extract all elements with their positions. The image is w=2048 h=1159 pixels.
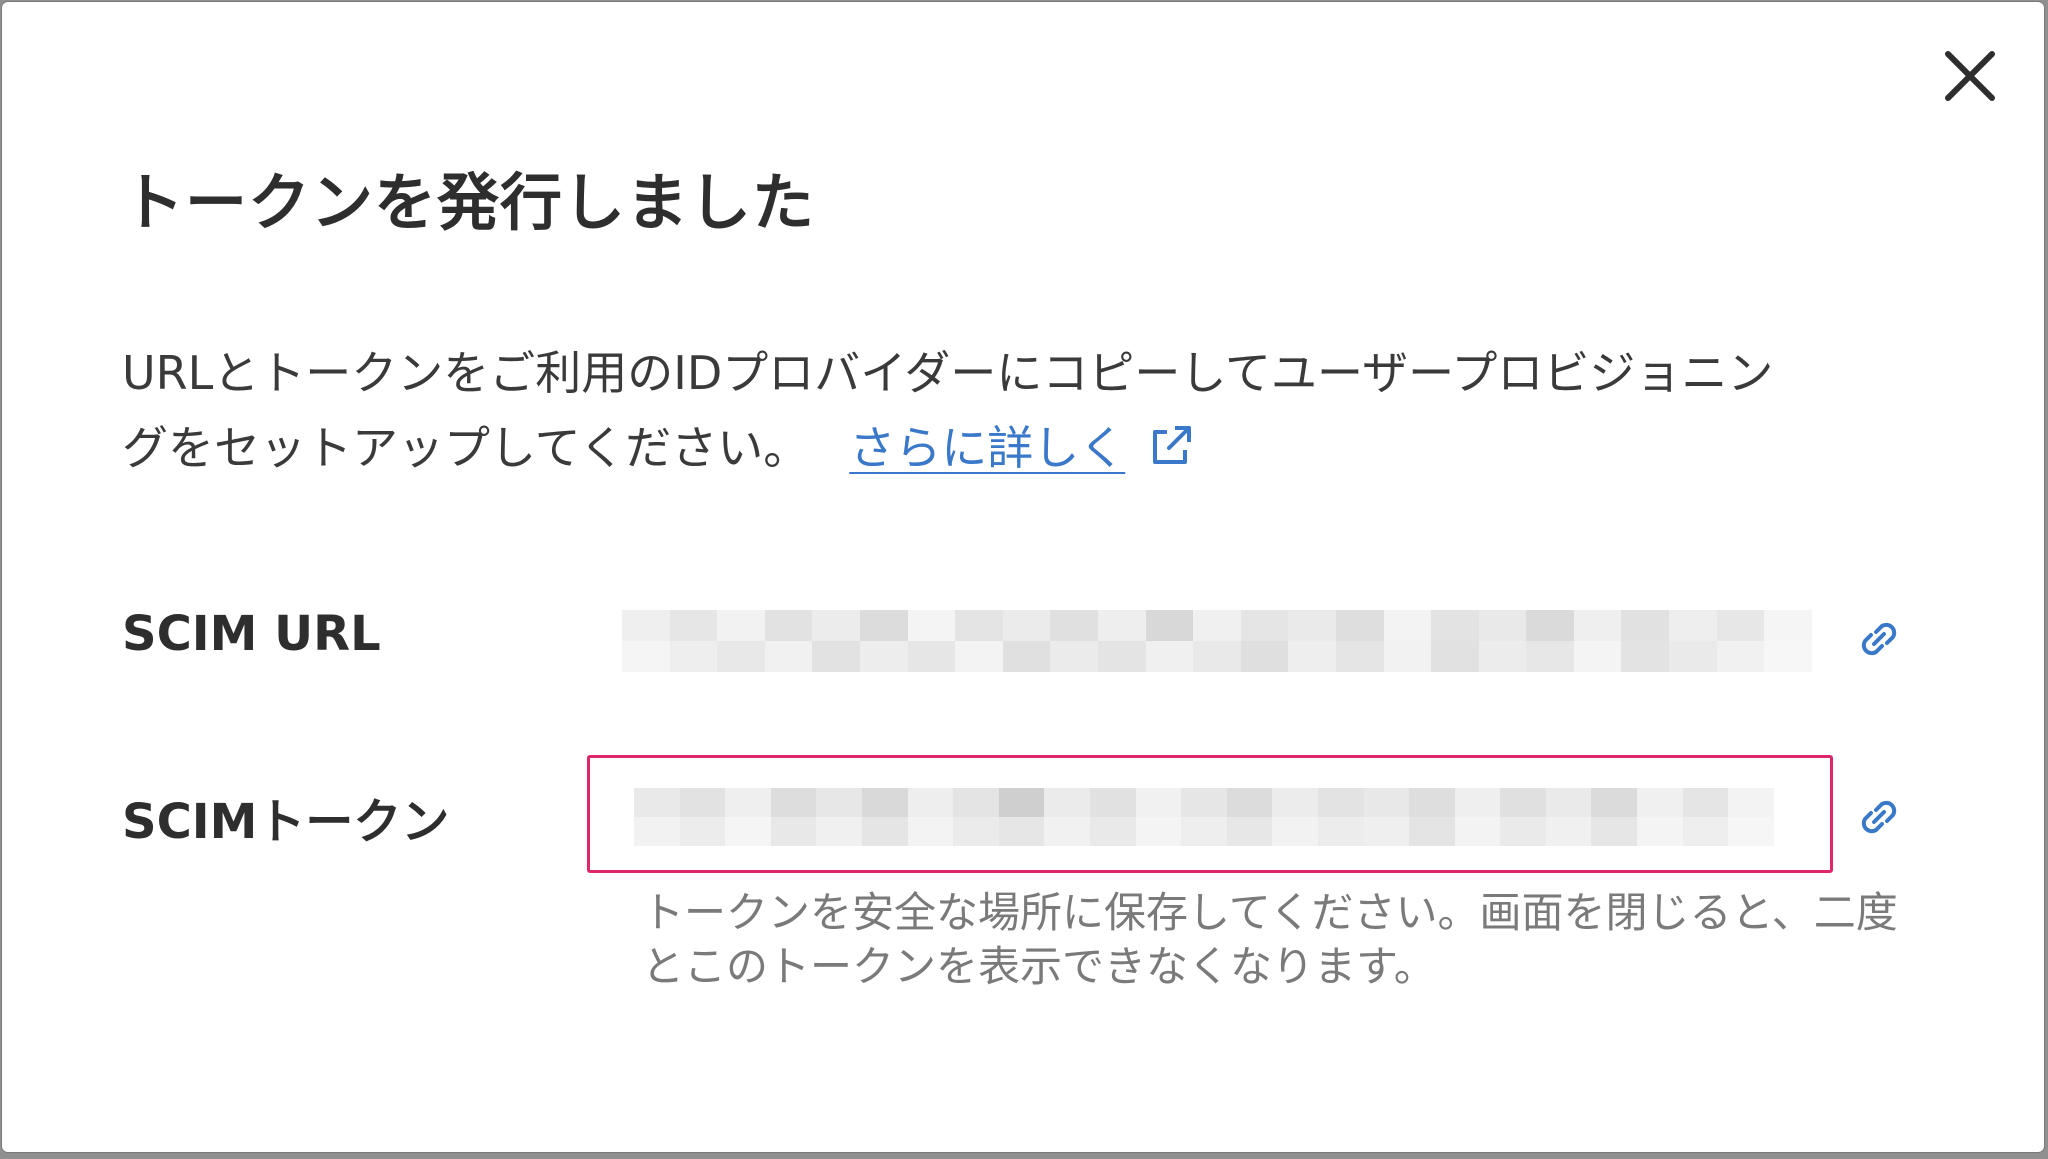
close-icon — [1945, 51, 1995, 101]
description-line-2-text: グをセットアップしてください。 — [122, 421, 810, 475]
description-line-2: グをセットアップしてください。 さらに詳しく — [122, 411, 1932, 486]
dialog-description: URLとトークンをご利用のIDプロバイダーにコピーしてユーザープロビジョニン グ… — [122, 336, 1932, 486]
external-link-icon[interactable] — [1147, 422, 1195, 470]
token-issued-dialog: トークンを発行しました URLとトークンをご利用のIDプロバイダーにコピーしてユ… — [2, 2, 2044, 1152]
link-icon — [1861, 622, 1897, 656]
copy-scim-url-button[interactable] — [1854, 614, 1904, 664]
description-line-1: URLとトークンをご利用のIDプロバイダーにコピーしてユーザープロビジョニン — [122, 346, 1774, 400]
close-button[interactable] — [1938, 44, 2002, 108]
scim-token-label: SCIMトークン — [122, 794, 450, 850]
link-icon — [1861, 800, 1897, 834]
copy-scim-token-button[interactable] — [1854, 792, 1904, 842]
scim-url-label: SCIM URL — [122, 606, 381, 662]
scim-token-value-redacted — [634, 788, 1774, 846]
dialog-title: トークンを発行しました — [122, 166, 816, 239]
scim-url-value-redacted — [622, 610, 1812, 672]
learn-more-link[interactable]: さらに詳しく — [849, 421, 1125, 475]
token-help-text: トークンを安全な場所に保存してください。画面を閉じると、二度とこのトークンを表示… — [642, 888, 1898, 991]
